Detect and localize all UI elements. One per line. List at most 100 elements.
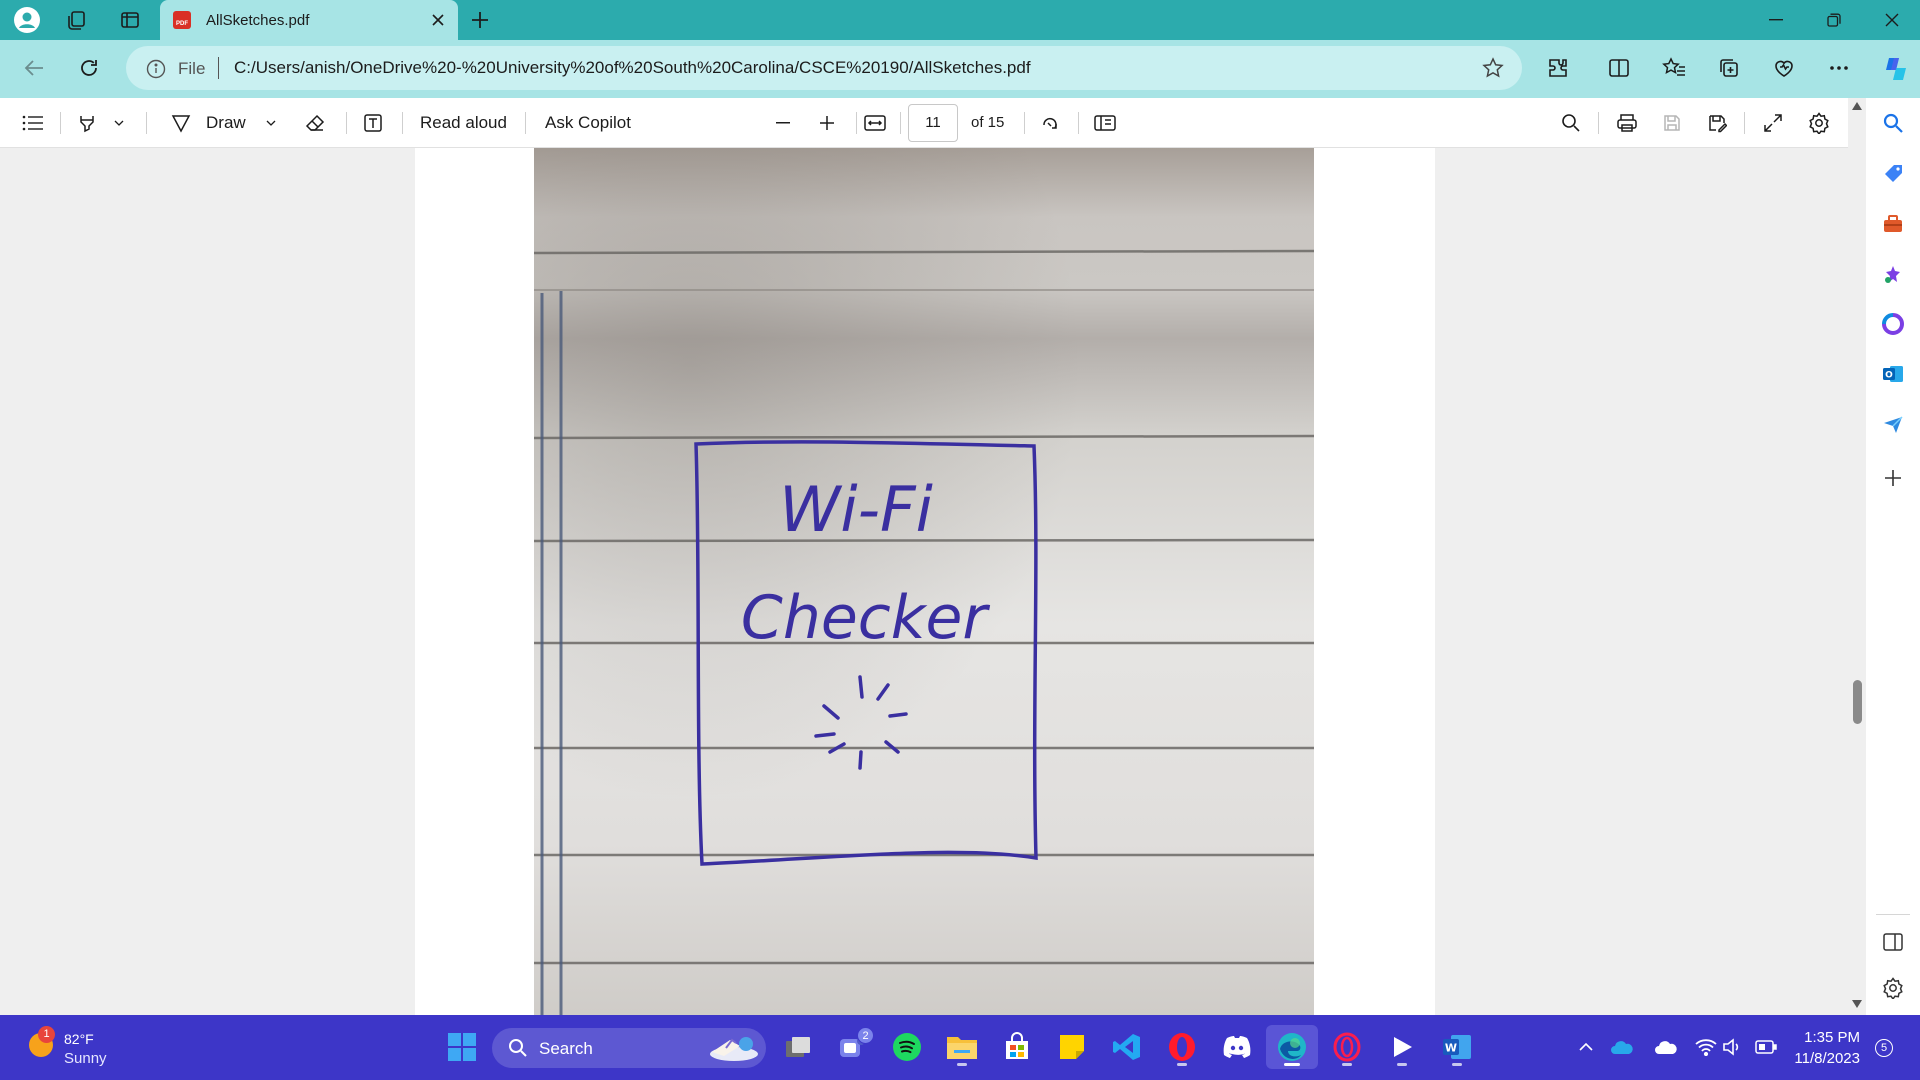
- scroll-down-icon[interactable]: [1852, 1000, 1862, 1008]
- minimize-icon[interactable]: [1748, 0, 1804, 40]
- zoom-in-icon[interactable]: [812, 108, 842, 138]
- draw-icon[interactable]: [166, 108, 196, 138]
- highlight-icon[interactable]: [72, 108, 102, 138]
- info-icon[interactable]: [146, 59, 166, 79]
- edge-icon[interactable]: [1266, 1025, 1318, 1069]
- back-icon[interactable]: [20, 54, 48, 82]
- address-bar[interactable]: File C:/Users/anish/OneDrive%20-%20Unive…: [126, 46, 1522, 90]
- highlight-dropdown-icon[interactable]: [110, 108, 128, 138]
- draw-dropdown-icon[interactable]: [262, 108, 280, 138]
- sidebar-games-icon[interactable]: [1879, 260, 1907, 288]
- taskbar-date[interactable]: 11/8/2023: [1780, 1050, 1860, 1067]
- opera-gx-icon[interactable]: [1325, 1025, 1369, 1069]
- tab-actions-icon[interactable]: [116, 6, 144, 34]
- taskbar-search-icon: [508, 1038, 528, 1058]
- fullscreen-icon[interactable]: [1758, 108, 1788, 138]
- sidebar-settings-icon[interactable]: [1879, 974, 1907, 1002]
- read-aloud-button[interactable]: Read aloud: [420, 108, 507, 138]
- show-hidden-icons-icon[interactable]: [1564, 1025, 1608, 1069]
- toolbar-divider: [146, 112, 147, 134]
- erase-icon[interactable]: [300, 108, 330, 138]
- tab-allsketches[interactable]: PDF AllSketches.pdf: [160, 0, 458, 40]
- onedrive-personal-icon[interactable]: [1648, 1025, 1684, 1069]
- sidebar-tools-icon[interactable]: [1879, 210, 1907, 238]
- toolbar-divider: [1078, 112, 1079, 134]
- taskbar-search-label: Search: [539, 1039, 593, 1058]
- more-options-icon[interactable]: [1825, 54, 1853, 82]
- sticky-notes-icon[interactable]: [1050, 1025, 1094, 1069]
- search-pdf-icon[interactable]: [1556, 108, 1586, 138]
- hide-sidebar-icon[interactable]: [1879, 928, 1907, 956]
- workspaces-icon[interactable]: [63, 6, 91, 34]
- refresh-icon[interactable]: [75, 54, 103, 82]
- new-tab-icon[interactable]: [466, 6, 494, 34]
- favorites-icon[interactable]: [1660, 54, 1688, 82]
- vertical-scrollbar[interactable]: [1848, 98, 1866, 1015]
- pdf-toolbar: Draw Read aloud Ask Copilot 11 of 15: [0, 98, 1866, 148]
- toolbar-divider: [900, 112, 901, 134]
- spotify-icon[interactable]: [885, 1025, 929, 1069]
- extensions-icon[interactable]: [1544, 54, 1572, 82]
- toolbar-divider: [60, 112, 61, 134]
- print-icon[interactable]: [1612, 108, 1642, 138]
- collections-icon[interactable]: [1715, 54, 1743, 82]
- save-as-icon[interactable]: [1702, 108, 1732, 138]
- scroll-up-icon[interactable]: [1852, 102, 1862, 110]
- opera-icon[interactable]: [1160, 1025, 1204, 1069]
- volume-icon[interactable]: [1714, 1025, 1750, 1069]
- media-player-icon[interactable]: [1380, 1025, 1424, 1069]
- page-number-input[interactable]: 11: [908, 104, 958, 142]
- scrollbar-thumb[interactable]: [1853, 680, 1862, 724]
- running-indicator: [1177, 1063, 1187, 1066]
- split-screen-icon[interactable]: [1605, 54, 1633, 82]
- sketch-photo: Wi-Fi Checker: [534, 148, 1314, 1015]
- fit-to-width-icon[interactable]: [860, 108, 890, 138]
- windows-taskbar: 1 82°F Sunny Search 2 W 1:35 PM 11/8/202…: [0, 1015, 1920, 1080]
- sidebar-search-icon[interactable]: [1879, 109, 1907, 137]
- start-icon[interactable]: [440, 1025, 484, 1069]
- browser-essentials-icon[interactable]: [1770, 54, 1798, 82]
- onedrive-icon[interactable]: [1604, 1025, 1640, 1069]
- pdf-viewer: Wi-Fi Checker: [0, 148, 1848, 1015]
- taskbar-search[interactable]: Search: [492, 1028, 766, 1068]
- battery-icon[interactable]: [1748, 1025, 1784, 1069]
- weather-alert-badge: 1: [38, 1026, 55, 1043]
- task-view-icon[interactable]: [776, 1025, 820, 1069]
- pdf-page: Wi-Fi Checker: [415, 148, 1435, 1015]
- vscode-icon[interactable]: [1105, 1025, 1149, 1069]
- tab-title: AllSketches.pdf: [206, 12, 310, 29]
- weather-condition: Sunny: [64, 1050, 107, 1067]
- save-icon[interactable]: [1657, 108, 1687, 138]
- active-indicator: [1284, 1063, 1300, 1066]
- sidebar-microsoft365-icon[interactable]: [1879, 310, 1907, 338]
- draw-button[interactable]: Draw: [206, 108, 246, 138]
- zoom-out-icon[interactable]: [768, 108, 798, 138]
- page-view-icon[interactable]: [1090, 108, 1120, 138]
- url-text[interactable]: C:/Users/anish/OneDrive%20-%20University…: [234, 58, 1031, 78]
- profile-icon[interactable]: [13, 6, 41, 34]
- settings-icon[interactable]: [1804, 108, 1834, 138]
- taskbar-time[interactable]: 1:35 PM: [1780, 1029, 1860, 1046]
- file-explorer-icon[interactable]: [940, 1025, 984, 1069]
- tab-close-icon[interactable]: [426, 8, 450, 32]
- add-text-icon[interactable]: [358, 108, 388, 138]
- toolbar-divider: [1024, 112, 1025, 134]
- copilot-icon[interactable]: [1879, 52, 1913, 86]
- favorite-star-icon[interactable]: [1482, 57, 1504, 79]
- teams-badge: 2: [857, 1027, 874, 1044]
- microsoft-store-icon[interactable]: [995, 1025, 1039, 1069]
- restore-icon[interactable]: [1806, 0, 1862, 40]
- weather-widget[interactable]: 1 82°F Sunny: [0, 1015, 130, 1080]
- ask-copilot-button[interactable]: Ask Copilot: [545, 108, 631, 138]
- rotate-icon[interactable]: [1035, 108, 1065, 138]
- sidebar-shopping-icon[interactable]: [1879, 160, 1907, 188]
- teams-icon[interactable]: 2: [830, 1025, 874, 1069]
- notification-badge[interactable]: 5: [1875, 1039, 1893, 1057]
- word-icon[interactable]: W: [1435, 1025, 1479, 1069]
- sidebar-drop-icon[interactable]: [1879, 410, 1907, 438]
- close-window-icon[interactable]: [1864, 0, 1920, 40]
- sidebar-outlook-icon[interactable]: O: [1879, 360, 1907, 388]
- sidebar-add-icon[interactable]: [1879, 464, 1907, 492]
- discord-icon[interactable]: [1215, 1025, 1259, 1069]
- contents-icon[interactable]: [18, 108, 48, 138]
